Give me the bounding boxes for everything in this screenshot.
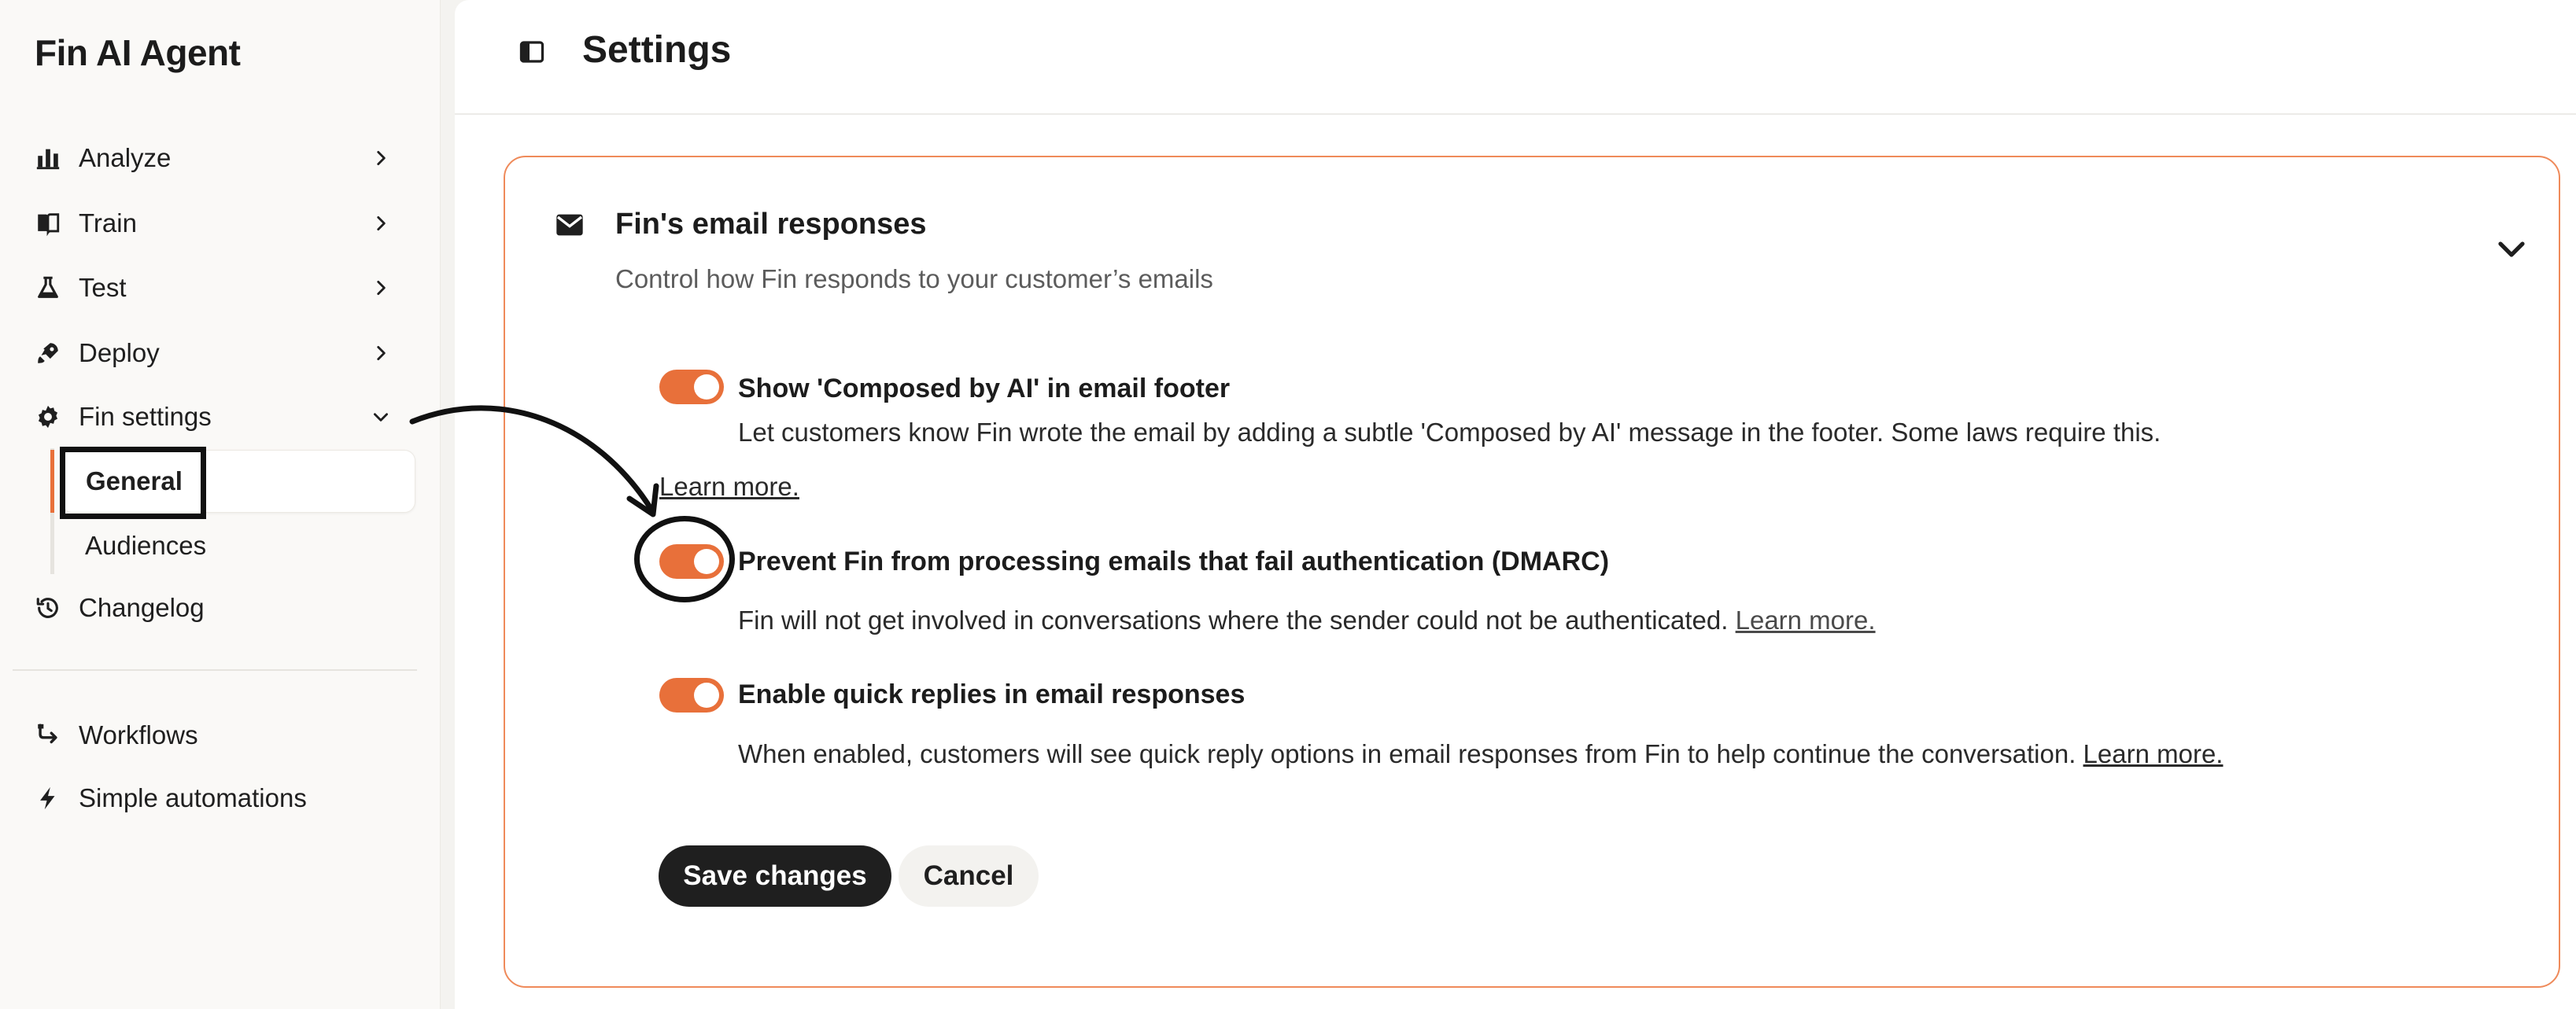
book-icon bbox=[35, 208, 66, 239]
card-title: Fin's email responses bbox=[615, 208, 927, 241]
bolt-icon bbox=[35, 783, 66, 814]
setting-title: Show 'Composed by AI' in email footer bbox=[738, 374, 1231, 403]
setting-description: When enabled, customers will see quick r… bbox=[738, 739, 2076, 768]
mail-icon bbox=[554, 209, 585, 241]
sidebar-item-label: Train bbox=[79, 208, 137, 238]
sidebar: Fin AI Agent Analyze Train Test Deploy F… bbox=[0, 0, 441, 1009]
sidebar-item-label: Test bbox=[79, 273, 127, 302]
setting-description-row: Fin will not get involved in conversatio… bbox=[738, 606, 1876, 635]
card-subtitle: Control how Fin responds to your custome… bbox=[615, 264, 1213, 293]
sidebar-item-label: Simple automations bbox=[79, 783, 307, 812]
chevron-right-icon bbox=[365, 142, 397, 174]
chevron-down-icon[interactable] bbox=[2493, 230, 2530, 267]
flask-icon bbox=[35, 272, 66, 304]
sidebar-item-train[interactable]: Train bbox=[35, 200, 397, 247]
history-icon bbox=[35, 592, 66, 624]
chevron-right-icon bbox=[365, 337, 397, 369]
chevron-down-icon bbox=[365, 401, 397, 433]
sidebar-item-label: Deploy bbox=[79, 338, 160, 367]
page-header: Settings bbox=[455, 0, 2576, 115]
learn-more-link[interactable]: Learn more. bbox=[1736, 606, 1876, 635]
sidebar-item-changelog[interactable]: Changelog bbox=[35, 584, 397, 632]
sidebar-item-workflows[interactable]: Workflows bbox=[35, 712, 397, 759]
save-button[interactable]: Save changes bbox=[659, 845, 891, 907]
sidebar-item-simple-automations[interactable]: Simple automations bbox=[35, 775, 397, 822]
setting-description: Fin will not get involved in conversatio… bbox=[738, 606, 1729, 635]
chevron-right-icon bbox=[365, 272, 397, 304]
composed-by-ai-toggle[interactable] bbox=[659, 370, 724, 404]
sidebar-item-label: Workflows bbox=[79, 720, 198, 749]
sidebar-item-analyze[interactable]: Analyze bbox=[35, 134, 397, 182]
quick-replies-toggle[interactable] bbox=[659, 678, 724, 713]
sidebar-item-fin-settings[interactable]: Fin settings bbox=[35, 393, 397, 440]
sidebar-item-deploy[interactable]: Deploy bbox=[35, 330, 397, 377]
setting-title: Prevent Fin from processing emails that … bbox=[738, 547, 1610, 576]
learn-more-link[interactable]: Learn more. bbox=[659, 472, 799, 502]
learn-more-link[interactable]: Learn more. bbox=[2083, 739, 2224, 768]
annotation-highlight-box bbox=[60, 447, 206, 519]
chevron-right-icon bbox=[365, 208, 397, 239]
active-indicator bbox=[50, 450, 54, 513]
sidebar-item-test[interactable]: Test bbox=[35, 264, 397, 311]
setting-title: Enable quick replies in email responses bbox=[738, 679, 1246, 709]
app-title: Fin AI Agent bbox=[35, 32, 241, 73]
workflow-icon bbox=[35, 720, 66, 751]
sidebar-subitem-label: Audiences bbox=[85, 531, 207, 560]
setting-description-row: When enabled, customers will see quick r… bbox=[738, 739, 2223, 769]
sidebar-toggle-icon[interactable] bbox=[516, 36, 548, 68]
sidebar-divider bbox=[13, 669, 417, 671]
setting-description: Let customers know Fin wrote the email b… bbox=[738, 418, 2161, 447]
cancel-button[interactable]: Cancel bbox=[899, 845, 1039, 907]
sidebar-item-label: Changelog bbox=[79, 593, 205, 622]
gear-icon bbox=[35, 401, 66, 433]
sidebar-item-label: Analyze bbox=[79, 143, 172, 172]
annotation-circle bbox=[634, 516, 735, 602]
sidebar-subitem-audiences[interactable]: Audiences bbox=[61, 514, 415, 577]
bar-chart-icon bbox=[35, 142, 66, 174]
rocket-icon bbox=[35, 337, 66, 369]
page-title: Settings bbox=[582, 29, 732, 71]
sidebar-item-label: Fin settings bbox=[79, 402, 212, 431]
